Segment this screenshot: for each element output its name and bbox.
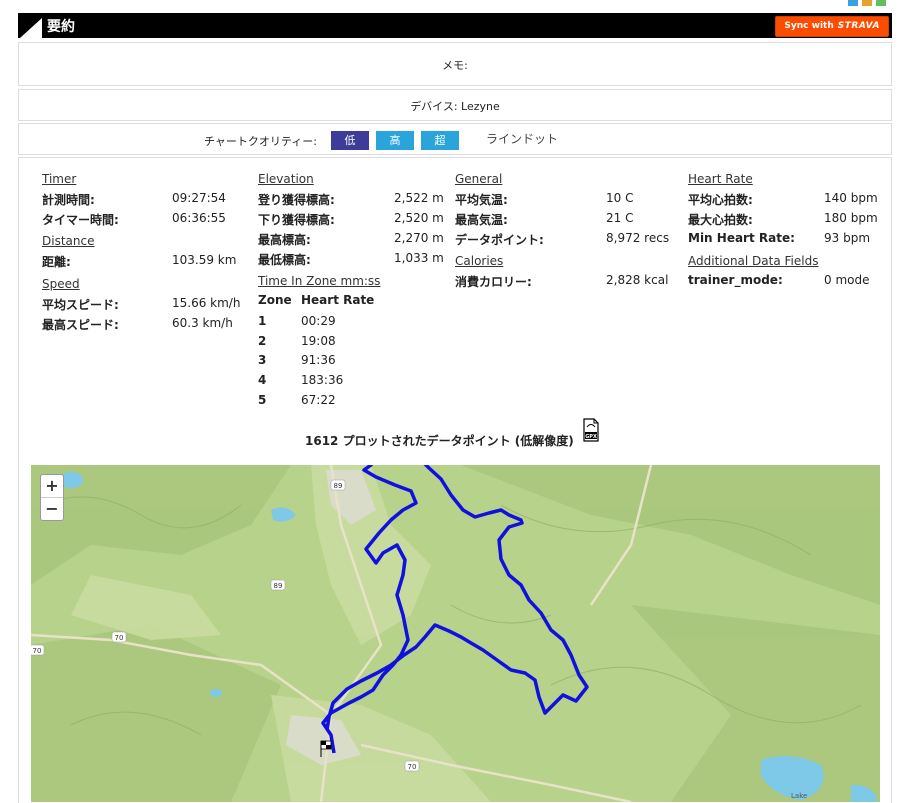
- zone-number: 5: [258, 393, 267, 407]
- stat-label: 平均スピード:: [42, 298, 119, 312]
- road-label: 70: [33, 647, 42, 655]
- color-swatch: [848, 0, 858, 6]
- stat-value: 8,972 recs: [606, 231, 670, 245]
- stat-value: 103.59 km: [172, 253, 237, 267]
- zone-time: 91:36: [301, 353, 336, 367]
- road-label: 89: [334, 482, 343, 490]
- distance-heading: Distance: [42, 234, 95, 248]
- chart-quality-panel: チャートクオリティー: 低 高 超 ラインドット: [18, 123, 892, 155]
- timer-heading: Timer: [42, 172, 77, 186]
- device-panel: デバイス: Lezyne: [18, 89, 892, 121]
- lake-label: Lake: [791, 792, 807, 800]
- device-label: デバイス: Lezyne: [410, 100, 500, 113]
- heart-rate-heading: Heart Rate: [688, 172, 753, 186]
- zone-number: 1: [258, 314, 267, 328]
- sync-strava-button[interactable]: Sync with STRAVA: [775, 16, 889, 37]
- route-map[interactable]: 89 89 70 70 70 Lake: [31, 465, 880, 802]
- quality-low-button[interactable]: 低: [331, 131, 369, 150]
- stat-label: 登り獲得標高:: [258, 193, 335, 207]
- stat-value: 93 bpm: [824, 231, 871, 245]
- zone-number: 3: [258, 353, 267, 367]
- stat-label: 距離:: [42, 255, 71, 269]
- stat-value: 10 C: [606, 191, 634, 205]
- line-dot-toggle[interactable]: ラインドット: [486, 130, 558, 147]
- road-label: 89: [274, 582, 283, 590]
- road-label: 70: [115, 634, 124, 642]
- stat-value: 140 bpm: [824, 191, 878, 205]
- strava-prefix: Sync with: [784, 21, 834, 31]
- zoom-out-button[interactable]: −: [41, 497, 63, 520]
- general-heading: General: [455, 172, 503, 186]
- summary-header: 要約 Sync with STRAVA: [18, 13, 892, 38]
- time-in-zone-heading: Time In Zone mm:ss: [258, 274, 381, 288]
- additional-data-heading: Additional Data Fields: [688, 254, 819, 268]
- strava-logo: STRAVA: [837, 21, 880, 31]
- elevation-heading: Elevation: [258, 172, 314, 186]
- stat-label: 最高気温:: [455, 213, 508, 227]
- color-swatch: [876, 0, 886, 6]
- page-title: 要約: [47, 19, 75, 35]
- stat-label: 最低標高:: [258, 253, 311, 267]
- stat-value: 09:27:54: [172, 191, 226, 205]
- color-swatch: [862, 0, 872, 6]
- zone-time: 67:22: [301, 393, 336, 407]
- stat-label: 下り獲得標高:: [258, 213, 335, 227]
- memo-label: メモ:: [442, 59, 468, 72]
- stat-value: 180 bpm: [824, 211, 878, 225]
- stat-value: 2,522 m: [394, 191, 444, 205]
- stat-value: 1,033 m: [394, 251, 444, 265]
- stat-value: 21 C: [606, 211, 634, 225]
- memo-panel: メモ:: [18, 42, 892, 86]
- stat-value: 0 mode: [824, 273, 870, 287]
- stat-value: 15.66 km/h: [172, 296, 241, 310]
- chart-quality-label: チャートクオリティー:: [204, 135, 317, 148]
- stat-label: 最高標高:: [258, 233, 311, 247]
- quality-high-button[interactable]: 高: [376, 131, 414, 150]
- heart-rate-column-header: Heart Rate: [301, 293, 375, 307]
- stat-label: 最大心拍数:: [688, 213, 753, 227]
- top-strip: [0, 0, 900, 12]
- map-zoom-control: + −: [40, 474, 64, 521]
- gpx-file-icon[interactable]: GPX: [583, 418, 599, 442]
- svg-text:GPX: GPX: [585, 434, 597, 440]
- stat-label: 平均心拍数:: [688, 193, 753, 207]
- stat-label: 消費カロリー:: [455, 275, 532, 289]
- stat-label: Min Heart Rate:: [688, 231, 795, 245]
- speed-heading: Speed: [42, 277, 80, 291]
- zone-time: 00:29: [301, 314, 336, 328]
- stat-value: 06:36:55: [172, 211, 226, 225]
- zone-number: 2: [258, 334, 267, 348]
- stat-label: データポイント:: [455, 233, 544, 247]
- stat-value: 2,520 m: [394, 211, 444, 225]
- stat-label: タイマー時間:: [42, 213, 119, 227]
- stat-value: 2,828 kcal: [606, 273, 669, 287]
- stat-label: trainer_mode:: [688, 273, 783, 287]
- calories-heading: Calories: [455, 254, 504, 268]
- zone-number: 4: [258, 373, 267, 387]
- quality-ultra-button[interactable]: 超: [421, 131, 459, 150]
- road-label: 70: [408, 763, 417, 771]
- stat-value: 2,270 m: [394, 231, 444, 245]
- zoom-in-button[interactable]: +: [41, 475, 63, 497]
- plot-caption: 1612 プロットされたデータポイント (低解像度): [305, 434, 574, 448]
- stat-value: 60.3 km/h: [172, 316, 233, 330]
- stat-label: 平均気温:: [455, 193, 508, 207]
- zone-time: 183:36: [301, 373, 344, 387]
- stat-label: 最高スピード:: [42, 318, 119, 332]
- stat-label: 計測時間:: [42, 193, 95, 207]
- zone-time: 19:08: [301, 334, 336, 348]
- zone-column-header: Zone: [258, 293, 292, 307]
